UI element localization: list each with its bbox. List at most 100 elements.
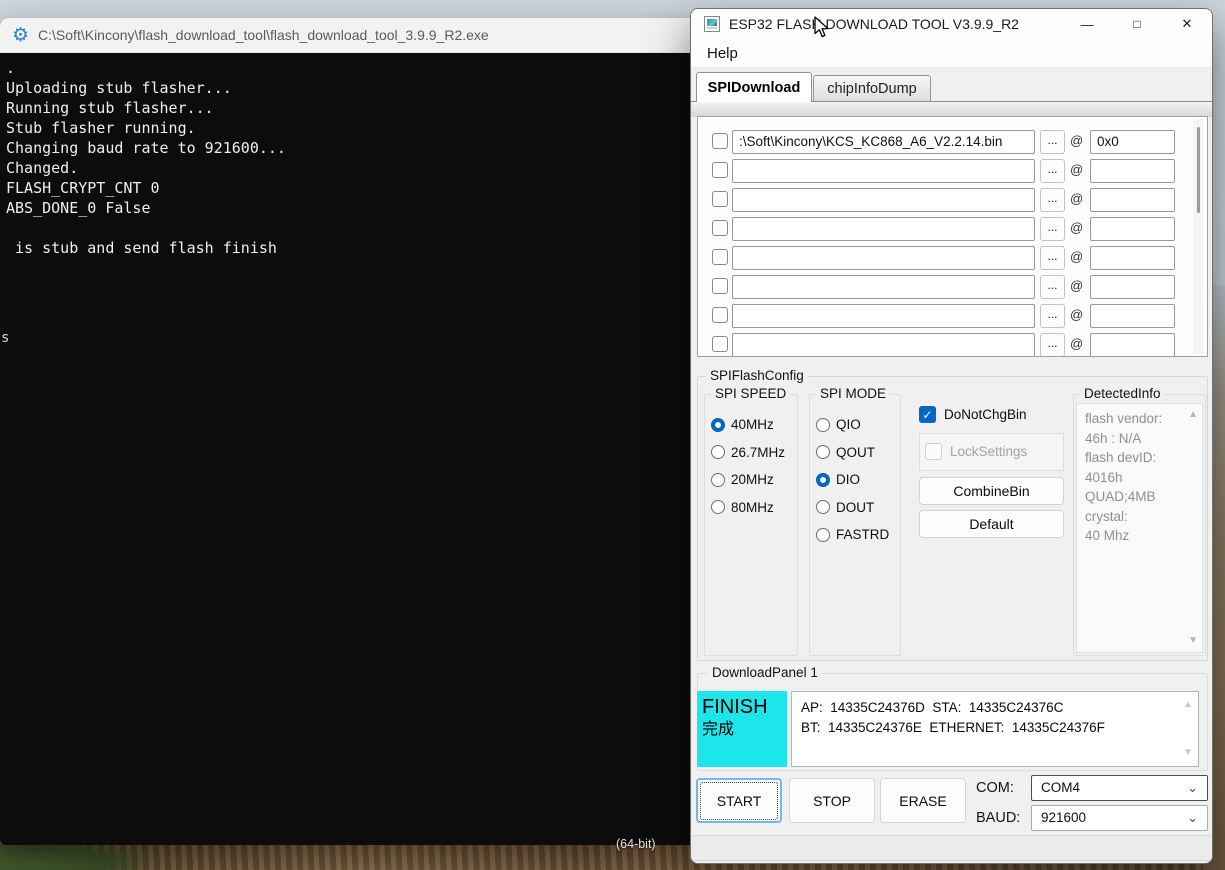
file-row: ... @ (698, 333, 1207, 356)
radio-icon[interactable] (816, 445, 830, 459)
file-path-input[interactable] (732, 333, 1035, 356)
file-list-panel: :\Soft\Kincony\KCS_KC868_A6_V2.2.14.bin.… (697, 116, 1208, 357)
com-select[interactable]: COM4 ⌄ (1031, 775, 1208, 801)
browse-button[interactable]: ... (1040, 275, 1065, 299)
file-checkbox[interactable] (712, 162, 728, 178)
browse-button[interactable]: ... (1040, 130, 1065, 154)
browse-button[interactable]: ... (1040, 304, 1065, 328)
spi-mode-dout[interactable]: DOUT (816, 500, 874, 515)
locksettings-checkbox[interactable] (925, 443, 942, 460)
spi-mode-qio[interactable]: QIO (816, 417, 861, 432)
donotchgbin-checkbox-row[interactable]: ✓ DoNotChgBin (919, 406, 1027, 423)
flash-address-input[interactable] (1090, 246, 1175, 270)
flash-address-input[interactable]: 0x0 (1090, 130, 1175, 154)
file-row: ... @ (698, 246, 1207, 272)
tab-chipinfodump[interactable]: chipInfoDump (813, 75, 931, 101)
file-checkbox[interactable] (712, 336, 728, 352)
radio-icon[interactable] (711, 472, 725, 487)
file-path-input[interactable] (732, 304, 1035, 328)
chevron-down-icon: ⌄ (1187, 810, 1198, 825)
app-titlebar[interactable]: ESP32 FLASH DOWNLOAD TOOL V3.9.9_R2 — □ … (691, 9, 1212, 39)
file-checkbox[interactable] (712, 307, 728, 323)
detected-info-panel: flash vendor: 46h : N/A flash devID: 401… (1076, 403, 1203, 653)
detected-info-text: flash vendor: 46h : N/A flash devID: 401… (1085, 411, 1163, 543)
radio-label: 40MHz (731, 417, 774, 432)
spi-speed-267mhz[interactable]: 26.7MHz (711, 445, 785, 460)
radio-icon[interactable] (816, 527, 830, 542)
tab-spidownload[interactable]: SPIDownload (696, 72, 812, 102)
radio-label: QOUT (836, 444, 875, 460)
log-scroll-up-icon[interactable]: ▲ (1183, 700, 1193, 710)
file-checkbox[interactable] (712, 191, 728, 207)
flash-address-input[interactable] (1090, 304, 1175, 328)
radio-label: 26.7MHz (731, 444, 786, 460)
com-value: COM4 (1041, 780, 1081, 795)
mouse-cursor (814, 16, 829, 38)
browse-button[interactable]: ... (1040, 159, 1065, 183)
file-checkbox[interactable] (712, 249, 728, 265)
stop-button[interactable]: STOP (789, 778, 875, 823)
file-checkbox[interactable] (712, 220, 728, 236)
scroll-down-icon[interactable]: ▼ (1188, 636, 1198, 646)
file-checkbox[interactable] (712, 133, 728, 149)
chevron-down-icon: ⌄ (1187, 780, 1198, 795)
browse-button[interactable]: ... (1040, 333, 1065, 356)
spi-speed-20mhz[interactable]: 20MHz (711, 472, 774, 487)
radio-icon[interactable] (816, 500, 830, 514)
browse-button[interactable]: ... (1040, 217, 1065, 241)
app-icon (704, 16, 720, 32)
radio-icon[interactable] (711, 417, 725, 432)
locksettings-checkbox-row[interactable]: LockSettings (925, 443, 1027, 460)
file-checkbox[interactable] (712, 278, 728, 294)
log-scroll-down-icon[interactable]: ▼ (1183, 748, 1193, 758)
maximize-button[interactable]: □ (1112, 9, 1162, 39)
scrollbar-thumb[interactable] (1197, 127, 1200, 213)
radio-label: FASTRD (836, 527, 890, 542)
scroll-up-icon[interactable]: ▲ (1188, 410, 1198, 420)
minimize-button[interactable]: — (1062, 9, 1112, 39)
combinebin-button[interactable]: CombineBin (919, 477, 1064, 505)
browse-button[interactable]: ... (1040, 246, 1065, 270)
spi-speed-40mhz[interactable]: 40MHz (711, 417, 774, 432)
radio-icon[interactable] (711, 445, 725, 459)
flash-address-input[interactable] (1090, 275, 1175, 299)
flash-address-input[interactable] (1090, 217, 1175, 241)
baud-select[interactable]: 921600 ⌄ (1031, 805, 1208, 831)
close-button[interactable]: ✕ (1162, 9, 1212, 39)
menubar: Help (691, 39, 1212, 68)
flash-address-input[interactable] (1090, 333, 1175, 356)
flash-address-input[interactable] (1090, 159, 1175, 183)
spi-mode-qout[interactable]: QOUT (816, 445, 875, 460)
file-path-input[interactable]: :\Soft\Kincony\KCS_KC868_A6_V2.2.14.bin (732, 130, 1035, 154)
start-button-label: START (699, 781, 779, 820)
at-label: @ (1070, 249, 1084, 264)
erase-button[interactable]: ERASE (880, 778, 966, 823)
file-path-input[interactable] (732, 159, 1035, 183)
start-button[interactable]: START (696, 778, 782, 823)
flash-address-input[interactable] (1090, 188, 1175, 212)
donotchgbin-checkbox[interactable]: ✓ (919, 406, 936, 423)
file-path-input[interactable] (732, 246, 1035, 270)
radio-icon[interactable] (816, 472, 830, 487)
radio-icon[interactable] (816, 417, 830, 432)
detected-info-group: DetectedInfo flash vendor: 46h : N/A fla… (1073, 386, 1206, 656)
file-path-input[interactable] (732, 188, 1035, 212)
file-path-input[interactable] (732, 217, 1035, 241)
browse-button[interactable]: ... (1040, 188, 1065, 212)
mac-log-text: AP: 14335C24376D STA: 14335C24376C BT: 1… (801, 700, 1105, 735)
radio-label: QIO (836, 417, 861, 432)
file-list-scrollbar[interactable] (1193, 119, 1203, 354)
menu-help[interactable]: Help (701, 43, 744, 64)
at-label: @ (1070, 220, 1084, 235)
detected-info-legend: DetectedInfo (1080, 386, 1165, 401)
file-row: ... @ (698, 217, 1207, 243)
spi-mode-dio[interactable]: DIO (816, 472, 860, 487)
default-button[interactable]: Default (919, 510, 1064, 538)
spi-speed-80mhz[interactable]: 80MHz (711, 500, 774, 515)
terminal-titlebar[interactable]: ⚙ C:\Soft\Kincony\flash_download_tool\fl… (0, 18, 698, 53)
app-title: ESP32 FLASH DOWNLOAD TOOL V3.9.9_R2 (729, 16, 1019, 32)
spi-mode-fastrd[interactable]: FASTRD (816, 527, 889, 542)
radio-icon[interactable] (711, 500, 725, 514)
file-path-input[interactable] (732, 275, 1035, 299)
console-output: . Uploading stub flasher... Running stub… (6, 59, 286, 257)
